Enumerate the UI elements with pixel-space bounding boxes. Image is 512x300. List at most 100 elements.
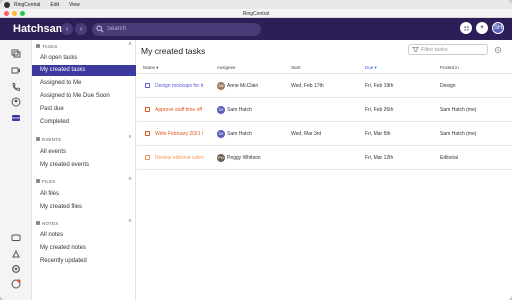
avatar: AM: [217, 82, 225, 90]
user-avatar[interactable]: SH: [492, 22, 504, 34]
notes-section-icon: [36, 221, 40, 225]
settings-cog-icon[interactable]: [494, 46, 502, 54]
due-date: Fri, Feb 19th: [365, 83, 394, 89]
chat-icon[interactable]: [11, 233, 21, 243]
due-date: Fri, Feb 26th: [365, 107, 394, 113]
search-icon: [96, 25, 104, 33]
section-events[interactable]: EVENTS ˄: [36, 135, 132, 143]
column-header-due[interactable]: Due ▾: [365, 65, 377, 71]
start-date: Wed, Feb 17th: [291, 83, 324, 89]
avatar: SH: [217, 130, 225, 138]
assignee-name: Peggy Whitson: [227, 155, 261, 161]
sidebar-item-assigned-due-soon[interactable]: Assigned to Me Due Soon: [32, 91, 136, 102]
chevron-up-icon[interactable]: ˄: [128, 42, 132, 48]
dialpad-button[interactable]: [460, 22, 472, 34]
table-header: Name ▾ Assignee Start Due ▾ Posted in: [137, 62, 512, 74]
sidebar-item-my-created-notes[interactable]: My created notes: [32, 243, 136, 254]
sidebar-item-assigned-to-me[interactable]: Assigned to Me: [32, 78, 136, 89]
menu-edit[interactable]: Edit: [50, 2, 59, 8]
window-title: RingCentral: [242, 11, 270, 17]
assignee-name: Anne McClain: [227, 83, 259, 89]
due-date: Fri, Mar 5th: [365, 131, 391, 137]
back-button[interactable]: ‹: [61, 23, 73, 35]
column-header-assignee[interactable]: Assignee: [217, 65, 236, 70]
task-name[interactable]: Review editorial calen: [155, 155, 207, 161]
sidebar-item-past-due[interactable]: Past due: [32, 104, 136, 115]
chevron-up-icon[interactable]: ˄: [128, 135, 132, 141]
avatar: SH: [217, 106, 225, 114]
icon-rail: [0, 40, 32, 300]
filter-box[interactable]: [408, 44, 488, 55]
task-name[interactable]: Approve staff time off: [155, 107, 207, 113]
posted-in: Design: [440, 83, 456, 89]
help-icon[interactable]: [11, 279, 21, 289]
task-name[interactable]: Write February 2021 l: [155, 131, 207, 137]
assignee-name: Sam Hatch: [227, 107, 252, 113]
search-bar[interactable]: [92, 22, 261, 36]
table-row[interactable]: Approve staff time off SH Sam Hatch Fri, Fe…: [137, 99, 512, 122]
sidebar-item-all-events[interactable]: All events: [32, 147, 136, 158]
sidebar-item-completed[interactable]: Completed: [32, 117, 136, 128]
section-heading: NOTES: [42, 220, 59, 226]
app-window: RingCentral Edit View RingCentral Hatchs…: [0, 0, 512, 300]
task-checkbox[interactable]: [145, 107, 150, 112]
section-heading: EVENTS: [42, 136, 62, 142]
task-checkbox[interactable]: [145, 83, 150, 88]
due-date: Fri, Mar 12th: [365, 155, 394, 161]
section-tasks[interactable]: TASKS ˄: [36, 42, 132, 50]
column-header-name[interactable]: Name ▾: [143, 65, 159, 71]
posted-in: Sam Hatch (me): [440, 131, 477, 137]
sidebar-item-my-created-events[interactable]: My created events: [32, 160, 136, 171]
events-section-icon: [36, 137, 40, 141]
settings-icon[interactable]: [11, 264, 21, 274]
posted-in: Sam Hatch (me): [440, 107, 477, 113]
app-header: Hatchsam ‹ › + SH: [0, 18, 512, 40]
section-files[interactable]: FILES ˄: [36, 177, 132, 185]
posted-in: Editorial: [440, 155, 459, 161]
phone-icon[interactable]: [11, 82, 21, 92]
start-date: Wed, Mar 3rd: [291, 131, 322, 137]
column-header-start[interactable]: Start: [291, 65, 301, 70]
sidebar-item-all-notes[interactable]: All notes: [32, 230, 136, 241]
add-button[interactable]: +: [476, 22, 488, 34]
sidebar-item-my-created-files[interactable]: My created files: [32, 202, 136, 213]
section-notes[interactable]: NOTES ˄: [36, 219, 132, 227]
forward-button[interactable]: ›: [75, 23, 87, 35]
mac-menu-bar: RingCentral Edit View: [0, 0, 512, 9]
section-heading: TASKS: [42, 43, 58, 49]
sidebar-item-all-open-tasks[interactable]: All open tasks: [32, 53, 136, 64]
filter-icon: [412, 47, 419, 53]
table-row[interactable]: Write February 2021 l SH Sam Hatch Wed, Mar…: [137, 123, 512, 146]
messages-icon[interactable]: [11, 48, 21, 58]
sidebar: TASKS ˄ All open tasks My created tasks …: [32, 40, 136, 300]
chevron-up-icon[interactable]: ˄: [128, 177, 132, 183]
task-checkbox[interactable]: [145, 155, 150, 160]
sidebar-item-recently-updated[interactable]: Recently updated: [32, 256, 136, 267]
filter-input[interactable]: [421, 46, 481, 53]
task-name[interactable]: Design mockups for b: [155, 83, 207, 89]
page-title: My created tasks: [141, 46, 206, 56]
apps-icon[interactable]: [11, 249, 21, 259]
dialpad-icon: [463, 25, 469, 31]
tasks-icon[interactable]: [11, 113, 21, 123]
avatar: PW: [217, 154, 225, 162]
section-heading: FILES: [42, 178, 56, 184]
window-titlebar: RingCentral: [0, 9, 512, 18]
main-panel: My created tasks Name ▾ Assignee Start D…: [137, 40, 512, 300]
task-checkbox[interactable]: [145, 131, 150, 136]
tasks-section-icon: [36, 44, 40, 48]
sidebar-item-my-created-tasks[interactable]: My created tasks: [32, 65, 136, 76]
apple-icon[interactable]: [4, 1, 10, 8]
search-input[interactable]: [107, 26, 247, 32]
chevron-up-icon[interactable]: ˄: [128, 219, 132, 225]
table-row[interactable]: Design mockups for b AM Anne McClain Wed, F…: [137, 75, 512, 98]
video-icon[interactable]: [11, 65, 21, 75]
contacts-icon[interactable]: [11, 97, 21, 107]
files-section-icon: [36, 179, 40, 183]
menu-view[interactable]: View: [69, 2, 80, 8]
column-header-posted-in[interactable]: Posted in: [440, 65, 459, 70]
table-row[interactable]: Review editorial calen PW Peggy Whitson Fri…: [137, 147, 512, 170]
menu-app[interactable]: RingCentral: [14, 2, 40, 8]
assignee-name: Sam Hatch: [227, 131, 252, 137]
sidebar-item-all-files[interactable]: All files: [32, 189, 136, 200]
